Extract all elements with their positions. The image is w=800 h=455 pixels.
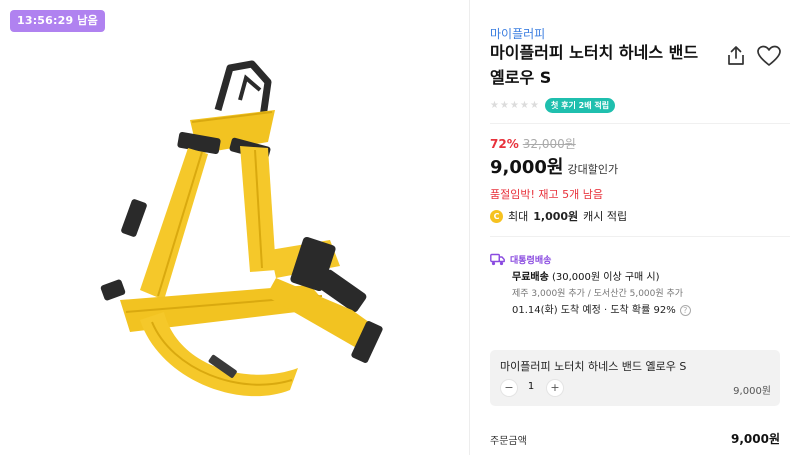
quantity-decrease-button[interactable]: −: [500, 379, 518, 397]
order-amount-label: 주문금액: [490, 436, 527, 447]
option-name: 마이플러피 노터치 하네스 밴드 옐로우 S: [500, 360, 687, 373]
sale-price: 9,000원: [490, 157, 564, 178]
star-icon: ★: [530, 99, 539, 111]
free-shipping-condition: (30,000원 이상 구매 시): [552, 272, 660, 283]
discount-row: 72% 32,000원: [490, 135, 576, 152]
rating-row: ★ ★ ★ ★ ★ 첫 후기 2배 적립: [490, 97, 616, 113]
delivery-label: 대통령배송: [510, 256, 552, 266]
rating-stars: ★ ★ ★ ★ ★: [490, 99, 539, 111]
extra-shipping-line: 제주 3,000원 추가 / 도서산간 5,000원 추가: [512, 289, 684, 299]
price-tag: 강대할인가: [567, 163, 619, 176]
delivery-info: 무료배송 (30,000원 이상 구매 시) 제주 3,000원 추가 / 도서…: [512, 270, 782, 319]
share-icon: [728, 46, 744, 65]
star-icon: ★: [490, 99, 499, 111]
star-icon: ★: [500, 99, 509, 111]
quantity-increase-button[interactable]: +: [546, 379, 564, 397]
timer-badge: 13:56:29 남음: [10, 10, 105, 32]
divider: [490, 123, 790, 124]
stock-warning: 품절임박! 재고 5개 남음: [490, 188, 603, 201]
cash-reward-row: C 최대 1,000원 캐시 적립: [490, 208, 627, 224]
divider: [490, 236, 790, 237]
product-title: 마이플러피 노터치 하네스 밴드 옐로우 S: [490, 43, 699, 87]
original-price: 32,000원: [522, 137, 576, 151]
star-icon: ★: [520, 99, 529, 111]
review-reward-badge: 첫 후기 2배 적립: [545, 97, 616, 113]
order-amount-total: 9,000원: [731, 432, 780, 446]
cash-amount: 1,000원: [533, 210, 579, 223]
arrival-estimate: 01.14(화) 도착 예정 · 도착 확률 92%: [512, 305, 676, 316]
quantity-value: 1: [527, 381, 535, 392]
star-icon: ★: [510, 99, 519, 111]
coin-icon: C: [490, 209, 503, 223]
truck-icon: [490, 253, 505, 266]
product-image-pane: 13:56:29 남음: [0, 0, 470, 455]
share-button[interactable]: [724, 44, 748, 68]
price-row: 9,000원 강대할인가: [490, 153, 618, 179]
product-detail-panel: 마이플러피 마이플러피 노터치 하네스 밴드 옐로우 S ★ ★ ★ ★ ★ 첫…: [490, 0, 790, 455]
cash-suffix: 캐시 적립: [583, 210, 628, 223]
free-shipping-line: 무료배송 (30,000원 이상 구매 시): [512, 270, 782, 286]
delivery-header: 대통령배송: [490, 253, 551, 266]
product-image[interactable]: [90, 50, 390, 430]
cash-prefix: 최대: [508, 210, 529, 223]
heart-icon: [757, 45, 781, 66]
selected-option-box: 마이플러피 노터치 하네스 밴드 옐로우 S − 1 + 9,000원: [490, 350, 780, 406]
free-shipping-label: 무료배송: [512, 272, 549, 283]
option-price: 9,000원: [733, 386, 771, 397]
arrival-line: 01.14(화) 도착 예정 · 도착 확률 92% ?: [512, 302, 782, 319]
wishlist-button[interactable]: [756, 44, 782, 68]
discount-percent: 72%: [490, 136, 519, 151]
help-icon[interactable]: ?: [679, 305, 691, 316]
